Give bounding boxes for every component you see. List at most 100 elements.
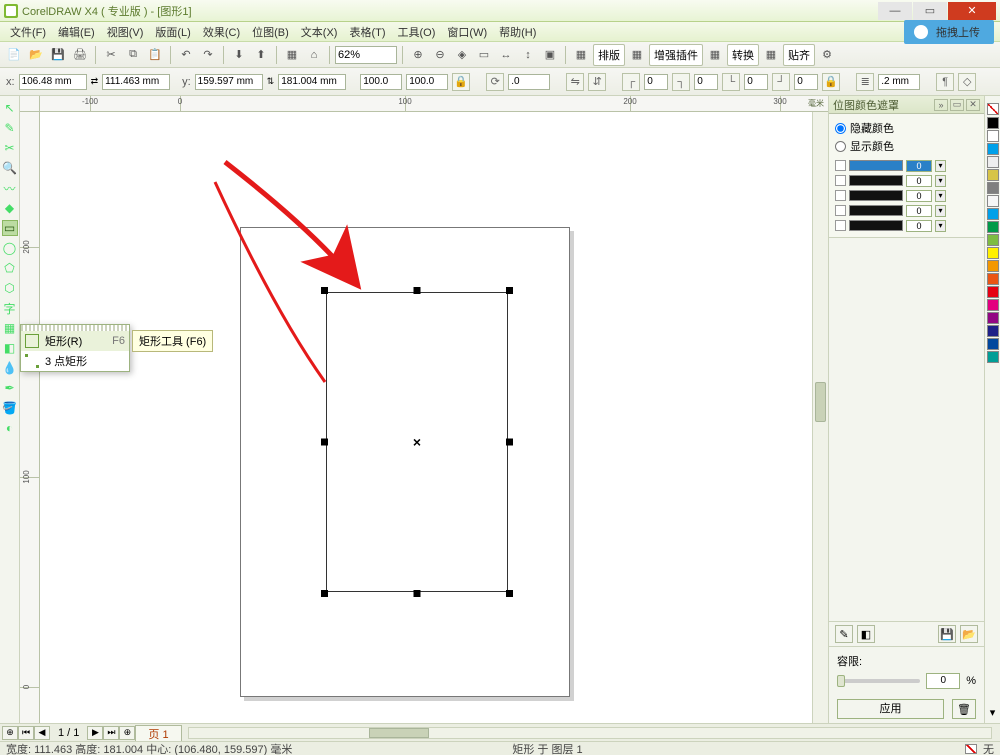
wrap-text-button[interactable]: ¶	[936, 73, 954, 91]
zoom-fit-button[interactable]: ◈	[452, 45, 472, 65]
docker-titlebar[interactable]: 位图颜色遮罩 » ▭ ✕	[829, 96, 984, 114]
menu-effects[interactable]: 效果(C)	[199, 22, 244, 42]
palette-swatch[interactable]	[987, 221, 999, 233]
smart-fill-tool[interactable]: ◆	[2, 200, 18, 216]
docker-close-button[interactable]: ✕	[966, 99, 980, 111]
color-swatch[interactable]	[849, 220, 903, 231]
tolerance-slider[interactable]	[837, 679, 920, 683]
layout-label[interactable]: 排版	[593, 44, 625, 66]
menu-table[interactable]: 表格(T)	[345, 22, 389, 42]
snap-grid-icon[interactable]: ▦	[761, 45, 781, 65]
scroll-thumb[interactable]	[815, 382, 826, 422]
horizontal-scrollbar[interactable]	[188, 727, 992, 739]
width-input[interactable]	[102, 74, 170, 90]
print-button[interactable]: 🖨	[70, 45, 90, 65]
color-value[interactable]: 0	[906, 175, 932, 187]
layout-grid-icon[interactable]: ▦	[571, 45, 591, 65]
freehand-tool[interactable]: 〰	[2, 180, 18, 196]
color-mask-row[interactable]: 0▾	[835, 188, 978, 203]
palette-swatch[interactable]	[987, 130, 999, 142]
color-swatch[interactable]	[849, 205, 903, 216]
delete-button[interactable]: 🗑	[952, 699, 976, 719]
docker-collapse-button[interactable]: »	[934, 99, 948, 111]
scale-x-input[interactable]	[360, 74, 402, 90]
radio-input[interactable]	[835, 141, 846, 152]
table-tool[interactable]: ▦	[2, 320, 18, 336]
palette-swatch[interactable]	[987, 234, 999, 246]
color-dropdown[interactable]: ▾	[935, 190, 946, 202]
welcome-button[interactable]: ⌂	[304, 45, 324, 65]
convert-label[interactable]: 转换	[727, 44, 759, 66]
docker-menu-button[interactable]: ▭	[950, 99, 964, 111]
palette-swatch[interactable]	[987, 208, 999, 220]
palette-swatch[interactable]	[987, 247, 999, 259]
color-checkbox[interactable]	[835, 160, 846, 171]
palette-swatch[interactable]	[987, 312, 999, 324]
eyedropper-button[interactable]: ✎	[835, 625, 853, 643]
zoom-sel-button[interactable]: ▣	[540, 45, 560, 65]
copy-button[interactable]: ⧉	[123, 45, 143, 65]
flyout-item-3pt-rectangle[interactable]: 3 点矩形	[21, 351, 129, 371]
open-mask-button[interactable]: 📂	[960, 625, 978, 643]
corner-bl-input[interactable]: └	[722, 73, 740, 91]
menu-view[interactable]: 视图(V)	[103, 22, 148, 42]
menu-file[interactable]: 文件(F)	[6, 22, 50, 42]
resize-handle-se[interactable]	[506, 590, 513, 597]
edit-color-button[interactable]: ◧	[857, 625, 875, 643]
hide-colors-radio[interactable]: 隐藏颜色	[835, 120, 978, 136]
corner-tl-input[interactable]: ┌	[622, 73, 640, 91]
corner-lock-button[interactable]: 🔒	[822, 73, 840, 91]
palette-swatch[interactable]	[987, 351, 999, 363]
add-page-after-button[interactable]: ⊕	[119, 726, 135, 740]
menu-tools[interactable]: 工具(O)	[394, 22, 440, 42]
corner-br-input[interactable]: ┘	[772, 73, 790, 91]
page-tab[interactable]: 页 1	[135, 725, 181, 741]
fill-tool[interactable]: 🪣	[2, 400, 18, 416]
undo-button[interactable]: ↶	[176, 45, 196, 65]
resize-handle-w[interactable]	[321, 439, 328, 446]
color-mask-row[interactable]: 0▾	[835, 158, 978, 173]
convert-grid-icon[interactable]: ▦	[705, 45, 725, 65]
palette-swatch[interactable]	[987, 273, 999, 285]
redo-button[interactable]: ↷	[198, 45, 218, 65]
color-mask-row[interactable]: 0▾	[835, 203, 978, 218]
palette-swatch[interactable]	[987, 260, 999, 272]
corner-tr[interactable]	[694, 74, 718, 90]
shape-tool[interactable]: ✎	[2, 120, 18, 136]
cut-button[interactable]: ✂	[101, 45, 121, 65]
zoom-width-button[interactable]: ↔	[496, 45, 516, 65]
color-dropdown[interactable]: ▾	[935, 160, 946, 172]
corner-tr-input[interactable]: ┐	[672, 73, 690, 91]
snap-label[interactable]: 贴齐	[783, 44, 815, 66]
resize-handle-ne[interactable]	[506, 287, 513, 294]
ellipse-tool[interactable]: ◯	[2, 240, 18, 256]
color-dropdown[interactable]: ▾	[935, 220, 946, 232]
crop-tool[interactable]: ✂	[2, 140, 18, 156]
mirror-h-button[interactable]: ⇋	[566, 73, 584, 91]
x-position-input[interactable]	[19, 74, 87, 90]
drawing-canvas[interactable]: ×	[40, 112, 828, 723]
slider-thumb[interactable]	[837, 675, 845, 687]
fill-swatch-icon[interactable]	[965, 744, 977, 754]
save-mask-button[interactable]: 💾	[938, 625, 956, 643]
import-button[interactable]: ⬇	[229, 45, 249, 65]
app-launcher-button[interactable]: ▦	[282, 45, 302, 65]
vertical-scrollbar[interactable]	[812, 112, 828, 723]
color-value[interactable]: 0	[906, 190, 932, 202]
resize-handle-nw[interactable]	[321, 287, 328, 294]
apply-button[interactable]: 应用	[837, 699, 944, 719]
text-tool[interactable]: 字	[2, 300, 18, 316]
color-mask-row[interactable]: 0▾	[835, 218, 978, 233]
last-page-button[interactable]: ⏭	[103, 726, 119, 740]
to-curves-button[interactable]: ◇	[958, 73, 976, 91]
hscroll-thumb[interactable]	[369, 728, 429, 738]
window-close-button[interactable]: ✕	[948, 2, 996, 20]
color-checkbox[interactable]	[835, 190, 846, 201]
interactive-fill-tool[interactable]: ◐	[2, 420, 18, 436]
color-value[interactable]: 0	[906, 160, 932, 172]
palette-swatch[interactable]	[987, 195, 999, 207]
resize-handle-e[interactable]	[506, 439, 513, 446]
color-mask-row[interactable]: 0▾	[835, 173, 978, 188]
pick-tool[interactable]: ↖	[2, 100, 18, 116]
window-maximize-button[interactable]: ▭	[913, 2, 947, 20]
